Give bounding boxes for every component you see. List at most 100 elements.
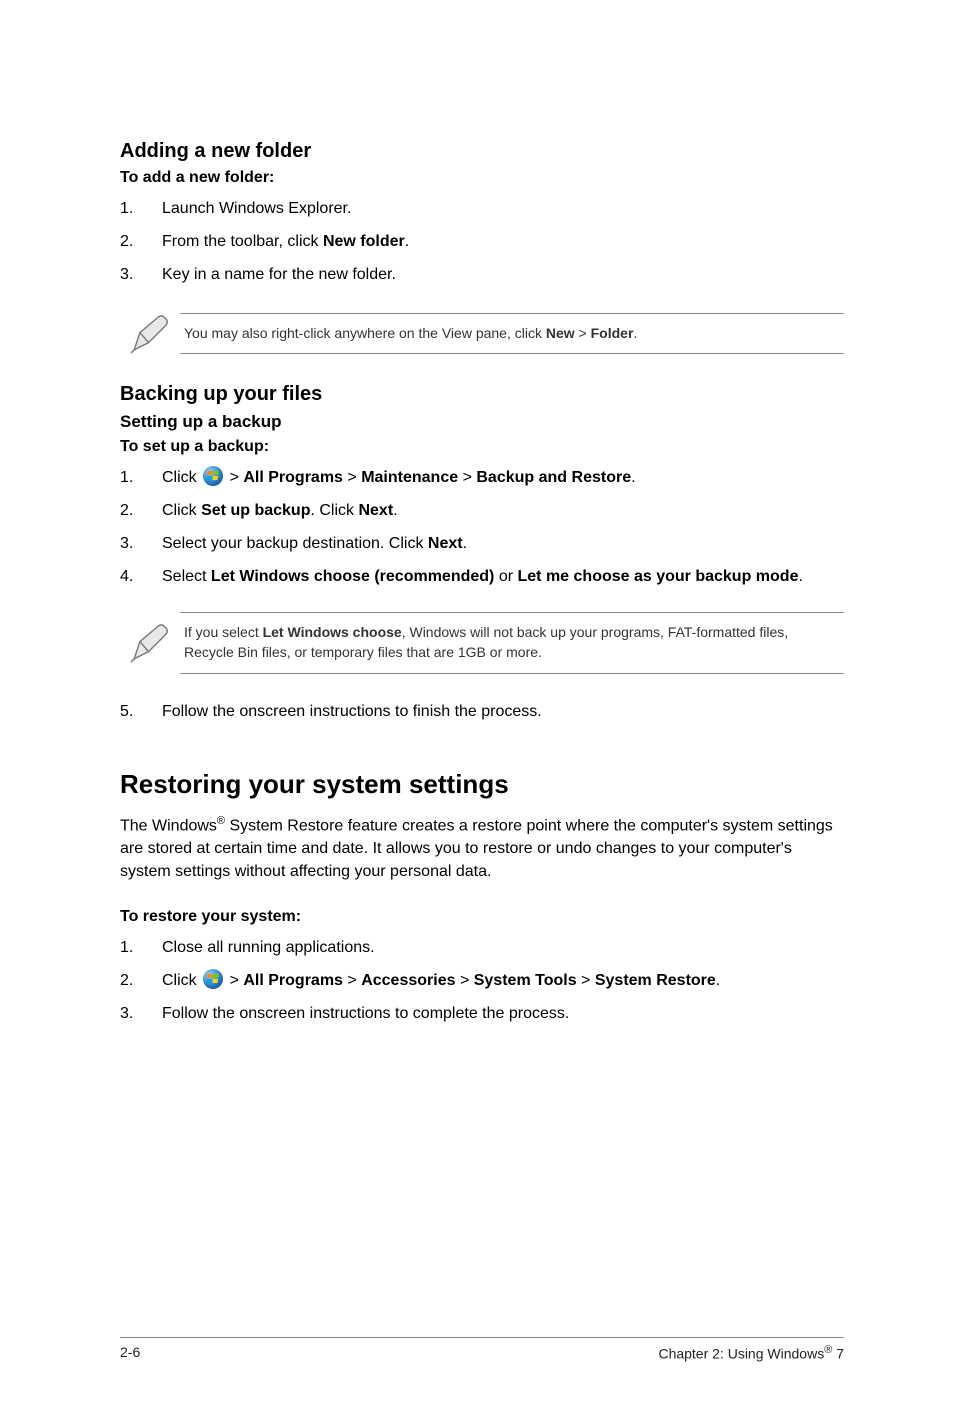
step-text: Select Let Windows choose (recommended) … [162,565,844,588]
step-number: 1. [120,936,162,959]
step-number: 4. [120,565,162,588]
page-footer: 2-6 Chapter 2: Using Windows® 7 [120,1337,844,1362]
label-to-restore-system: To restore your system: [120,908,844,926]
bold-text: New [546,325,575,341]
bold-text: All Programs [243,972,343,989]
label-to-set-up-backup: To set up a backup: [120,438,844,456]
bold-text: Folder [591,325,634,341]
step-number: 1. [120,466,162,489]
pencil-icon [120,620,180,666]
steps-restore: 1. Close all running applications. 2. Cl… [120,936,844,1026]
separator: > [347,972,356,989]
step-text: Key in a name for the new folder. [162,263,844,286]
text-fragment: The Windows [120,817,217,834]
list-item: 3. Key in a name for the new folder. [120,263,844,286]
text-fragment: Select [162,568,211,585]
bold-text: New folder [323,233,405,250]
separator: > [581,972,590,989]
paragraph-restore-intro: The Windows® System Restore feature crea… [120,814,844,884]
separator: > [230,972,239,989]
subheading-add-folder: To add a new folder: [120,169,844,187]
step-text: Click > All Programs > Maintenance > Bac… [162,466,844,489]
text-fragment: Click [162,972,201,989]
text-fragment: . Click [310,502,358,519]
separator: > [460,972,469,989]
text-fragment: Chapter 2: Using Windows [658,1346,824,1362]
bold-text: Set up backup [201,502,310,519]
bold-text: Accessories [361,972,455,989]
list-item: 3. Select your backup destination. Click… [120,532,844,555]
bold-text: Maintenance [361,469,458,486]
chapter-label: Chapter 2: Using Windows® 7 [658,1344,844,1362]
text-fragment: . [393,502,397,519]
separator: > [347,469,356,486]
list-item: 4. Select Let Windows choose (recommende… [120,565,844,588]
subheading-setting-up-backup: Setting up a backup [120,412,844,432]
separator: > [230,469,239,486]
step-text: Click > All Programs > Accessories > Sys… [162,969,844,992]
bold-text: Let me choose as your backup mode [518,568,799,585]
text-fragment: . [633,325,637,341]
text-fragment: or [494,568,517,585]
document-page: Adding a new folder To add a new folder:… [0,0,954,1418]
heading-restoring: Restoring your system settings [120,769,844,800]
note-block: If you select Let Windows choose, Window… [120,612,844,673]
step-text: Follow the onscreen instructions to comp… [162,1002,844,1025]
pencil-icon [120,311,180,357]
step-text: Close all running applications. [162,936,844,959]
text-fragment: From the toolbar, click [162,233,323,250]
page-number: 2-6 [120,1344,140,1362]
step-text: Select your backup destination. Click Ne… [162,532,844,555]
heading-backing-up: Backing up your files [120,383,844,406]
step-text: Follow the onscreen instructions to fini… [162,700,844,723]
step-number: 2. [120,499,162,522]
text-fragment: If you select [184,624,263,640]
bold-text: Next [428,535,463,552]
bold-text: System Restore [595,972,716,989]
steps-backup-continued: 5. Follow the onscreen instructions to f… [120,700,844,723]
list-item: 2. From the toolbar, click New folder. [120,230,844,253]
text-fragment: . [798,568,802,585]
text-fragment: System Restore feature creates a restore… [120,817,833,880]
step-number: 1. [120,197,162,220]
windows-start-icon [203,466,223,486]
text-fragment: > [575,325,591,341]
step-number: 5. [120,700,162,723]
bold-text: All Programs [243,469,343,486]
list-item: 2. Click Set up backup. Click Next. [120,499,844,522]
bold-text: System Tools [474,972,577,989]
step-text: Launch Windows Explorer. [162,197,844,220]
text-fragment: . [463,535,467,552]
step-text: Click Set up backup. Click Next. [162,499,844,522]
note-text: You may also right-click anywhere on the… [180,313,844,355]
step-text: From the toolbar, click New folder. [162,230,844,253]
bold-text: Backup and Restore [476,469,631,486]
list-item: 1. Click > All Programs > Maintenance > … [120,466,844,489]
list-item: 2. Click > All Programs > Accessories > … [120,969,844,992]
windows-start-icon [203,969,223,989]
step-number: 2. [120,969,162,992]
bold-text: Let Windows choose [263,624,402,640]
steps-backup: 1. Click > All Programs > Maintenance > … [120,466,844,589]
separator: > [463,469,472,486]
text-fragment: Click [162,502,201,519]
note-block: You may also right-click anywhere on the… [120,311,844,357]
step-number: 3. [120,263,162,286]
step-number: 3. [120,1002,162,1025]
list-item: 1. Close all running applications. [120,936,844,959]
text-fragment: Select your backup destination. Click [162,535,428,552]
heading-adding-folder: Adding a new folder [120,140,844,163]
bold-text: Next [358,502,393,519]
registered-symbol: ® [217,815,225,827]
list-item: 5. Follow the onscreen instructions to f… [120,700,844,723]
bold-text: Let Windows choose (recommended) [211,568,494,585]
note-text: If you select Let Windows choose, Window… [180,612,844,673]
list-item: 1. Launch Windows Explorer. [120,197,844,220]
step-number: 2. [120,230,162,253]
step-number: 3. [120,532,162,555]
text-fragment: 7 [832,1346,844,1362]
text-fragment: Click [162,469,201,486]
list-item: 3. Follow the onscreen instructions to c… [120,1002,844,1025]
text-fragment: . [405,233,409,250]
steps-add-folder: 1. Launch Windows Explorer. 2. From the … [120,197,844,287]
